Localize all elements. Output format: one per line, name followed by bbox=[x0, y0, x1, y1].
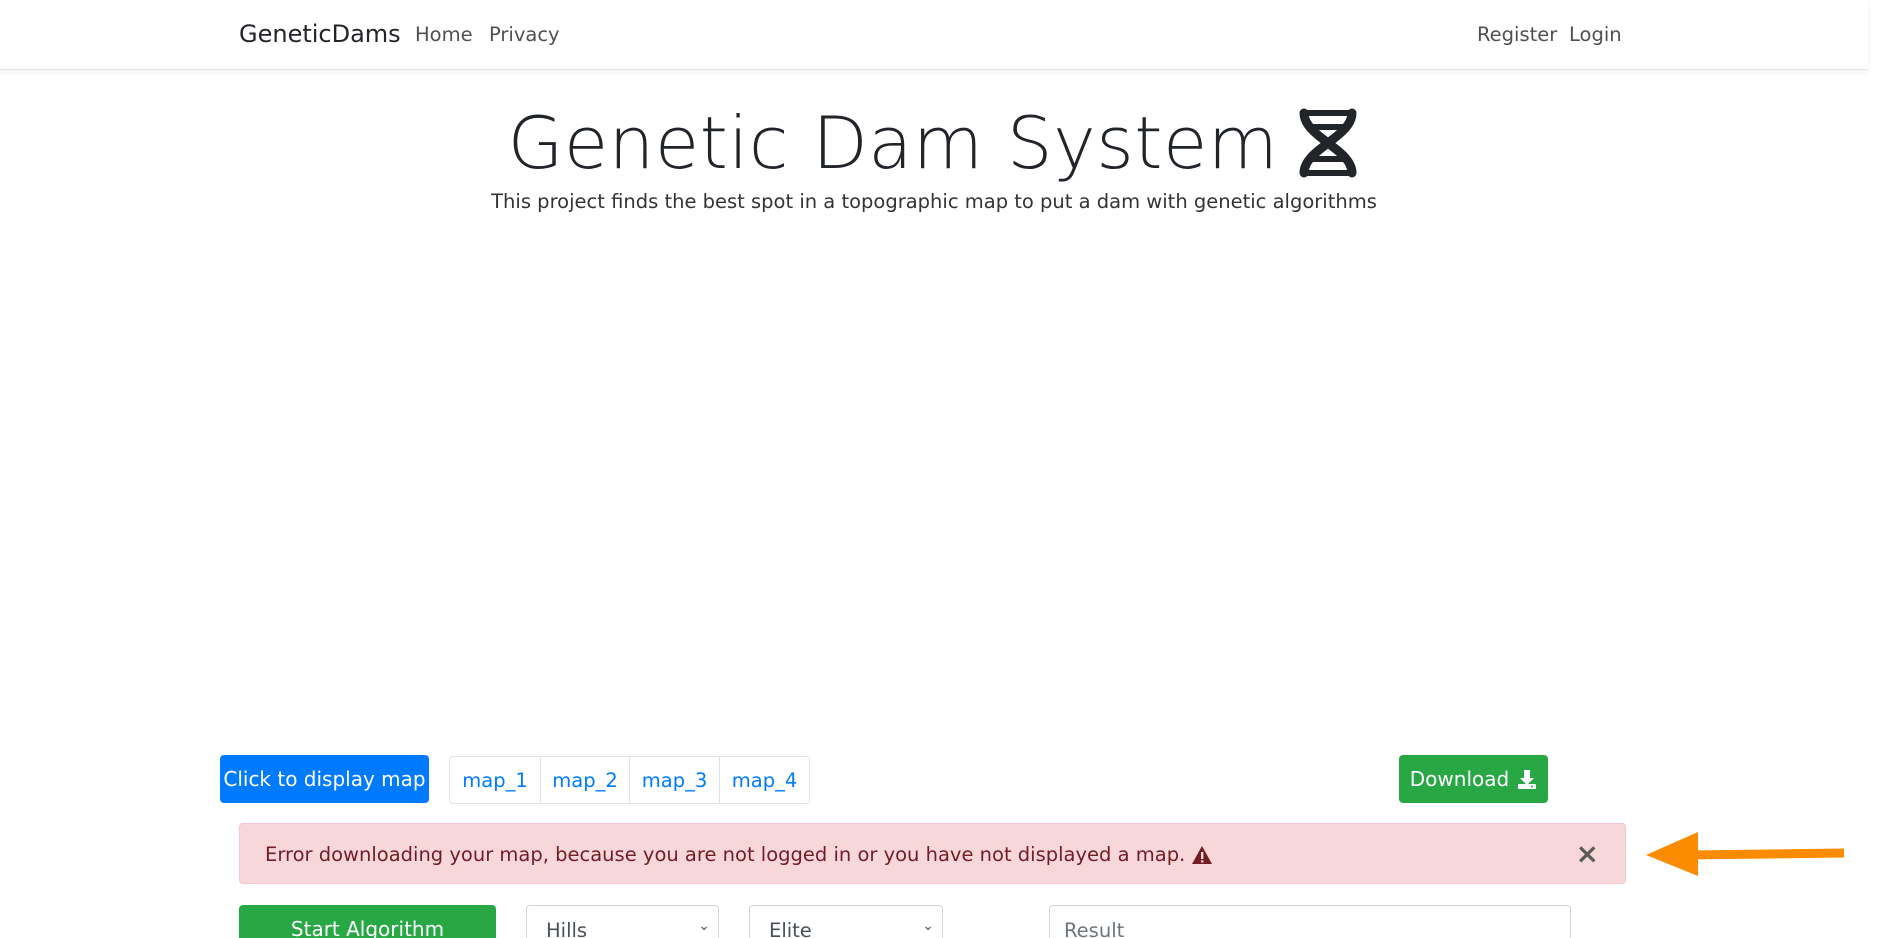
terrain-select-value: Hills bbox=[546, 919, 588, 938]
brand-link[interactable]: GeneticDams bbox=[239, 20, 401, 48]
chevron-down-icon: ⌄ bbox=[922, 918, 934, 934]
map-3-link[interactable]: map_3 bbox=[630, 757, 720, 803]
top-navbar: GeneticDams Home Privacy Register Login bbox=[0, 0, 1868, 70]
selection-select-value: Elite bbox=[769, 919, 812, 938]
close-icon[interactable]: × bbox=[1576, 840, 1599, 868]
map-1-link[interactable]: map_1 bbox=[450, 757, 541, 803]
warning-icon bbox=[1192, 845, 1213, 864]
error-alert: Error downloading your map, because you … bbox=[239, 823, 1626, 884]
alert-message-wrap: Error downloading your map, because you … bbox=[265, 843, 1213, 866]
nav-register-link[interactable]: Register bbox=[1477, 23, 1557, 46]
page-title-text: Genetic Dam System bbox=[507, 100, 1279, 185]
map-4-link[interactable]: map_4 bbox=[720, 757, 809, 803]
display-map-button[interactable]: Click to display map bbox=[220, 755, 429, 803]
map-pagination: map_1 map_2 map_3 map_4 bbox=[449, 756, 810, 804]
download-button[interactable]: Download bbox=[1399, 755, 1548, 803]
nav-home-link[interactable]: Home bbox=[415, 23, 473, 46]
terrain-select[interactable]: Hills ⌄ bbox=[526, 905, 719, 938]
start-algorithm-button[interactable]: Start Algorithm bbox=[239, 905, 496, 938]
map-2-link[interactable]: map_2 bbox=[541, 757, 630, 803]
dna-icon bbox=[1299, 108, 1357, 177]
page-title: Genetic Dam System bbox=[0, 95, 1868, 185]
page-subtitle: This project finds the best spot in a to… bbox=[491, 190, 1377, 213]
arrow-left-icon bbox=[1646, 832, 1845, 876]
download-label: Download bbox=[1409, 767, 1510, 791]
nav-login-link[interactable]: Login bbox=[1569, 23, 1622, 46]
result-field[interactable]: Result bbox=[1049, 905, 1571, 938]
download-icon bbox=[1518, 770, 1537, 789]
alert-message: Error downloading your map, because you … bbox=[265, 843, 1186, 866]
selection-method-select[interactable]: Elite ⌄ bbox=[749, 905, 943, 938]
chevron-down-icon: ⌄ bbox=[698, 918, 710, 934]
nav-privacy-link[interactable]: Privacy bbox=[489, 23, 560, 46]
page: GeneticDams Home Privacy Register Login … bbox=[0, 0, 1880, 938]
